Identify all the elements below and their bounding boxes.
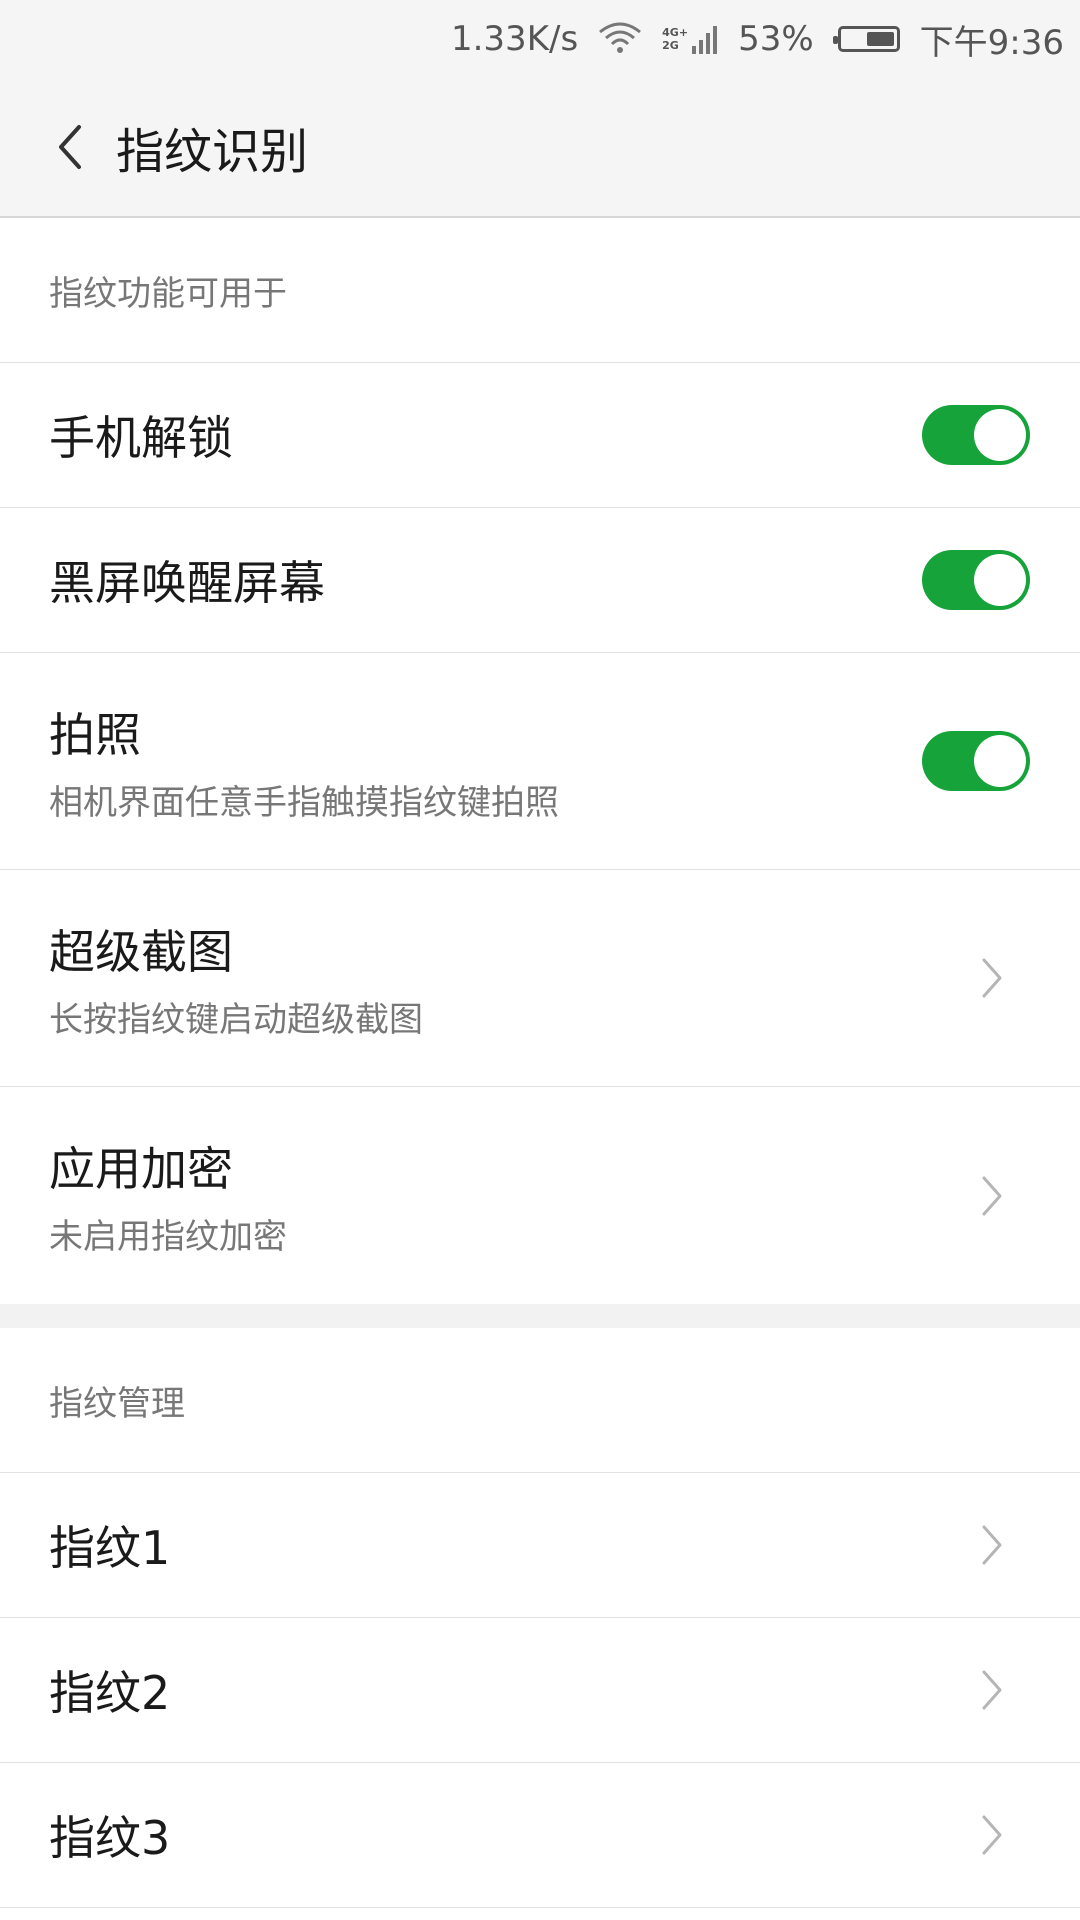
status-bar: 1.33K/s 4G+ 2G 53% 下午9:36	[0, 0, 1080, 78]
fingerprint-item-2[interactable]: 指纹2	[0, 1618, 1080, 1763]
settings-list: 指纹功能可用于 手机解锁 黑屏唤醒屏幕 拍照 相机界面任意手指触摸指纹键拍照 超…	[0, 218, 1080, 1908]
battery-icon	[832, 26, 900, 52]
signal-icon	[692, 26, 718, 54]
app-header: 指纹识别	[0, 78, 1080, 218]
setting-subtitle: 长按指纹键启动超级截图	[49, 999, 423, 1040]
fingerprint-item-3[interactable]: 指纹3	[0, 1763, 1080, 1908]
setting-phone-unlock[interactable]: 手机解锁	[0, 363, 1080, 508]
back-arrow-icon[interactable]	[40, 117, 100, 177]
section-header-fingerprint-management: 指纹管理	[0, 1328, 1080, 1473]
clock: 下午9:36	[919, 22, 1064, 63]
chevron-right-icon	[972, 1805, 1012, 1865]
toggle-knob	[974, 409, 1026, 461]
setting-title: 指纹3	[49, 1811, 171, 1865]
toggle-knob	[974, 735, 1026, 787]
wake-screen-toggle[interactable]	[922, 550, 1030, 610]
section-divider	[0, 1304, 1080, 1328]
cellular-signal: 4G+ 2G	[662, 24, 718, 54]
chevron-right-icon	[972, 1166, 1012, 1226]
page-title: 指纹识别	[116, 124, 309, 180]
chevron-right-icon	[972, 948, 1012, 1008]
net-type-bottom: 2G	[662, 39, 679, 52]
setting-title: 指纹1	[49, 1521, 171, 1575]
chevron-right-icon	[972, 1515, 1012, 1575]
setting-title: 黑屏唤醒屏幕	[49, 556, 325, 610]
take-photo-toggle[interactable]	[922, 731, 1030, 791]
setting-title: 应用加密	[49, 1142, 233, 1196]
net-type-top: 4G+	[662, 26, 689, 39]
setting-subtitle: 相机界面任意手指触摸指纹键拍照	[49, 782, 559, 823]
setting-title: 指纹2	[49, 1666, 171, 1720]
chevron-right-icon	[972, 1660, 1012, 1720]
setting-title: 手机解锁	[49, 411, 233, 465]
setting-take-photo[interactable]: 拍照 相机界面任意手指触摸指纹键拍照	[0, 653, 1080, 870]
toggle-knob	[974, 554, 1026, 606]
setting-title: 拍照	[49, 707, 141, 762]
setting-subtitle: 未启用指纹加密	[49, 1217, 287, 1257]
setting-app-encryption[interactable]: 应用加密 未启用指纹加密	[0, 1087, 1080, 1304]
phone-unlock-toggle[interactable]	[922, 405, 1030, 465]
net-speed: 1.33K/s	[450, 19, 579, 59]
setting-super-screenshot[interactable]: 超级截图 长按指纹键启动超级截图	[0, 870, 1080, 1087]
setting-wake-screen[interactable]: 黑屏唤醒屏幕	[0, 508, 1080, 653]
setting-title: 超级截图	[49, 924, 233, 979]
section-header-fingerprint-uses: 指纹功能可用于	[0, 218, 1080, 363]
battery-percent: 53%	[738, 19, 814, 59]
fingerprint-item-1[interactable]: 指纹1	[0, 1473, 1080, 1618]
wifi-icon	[598, 22, 642, 56]
